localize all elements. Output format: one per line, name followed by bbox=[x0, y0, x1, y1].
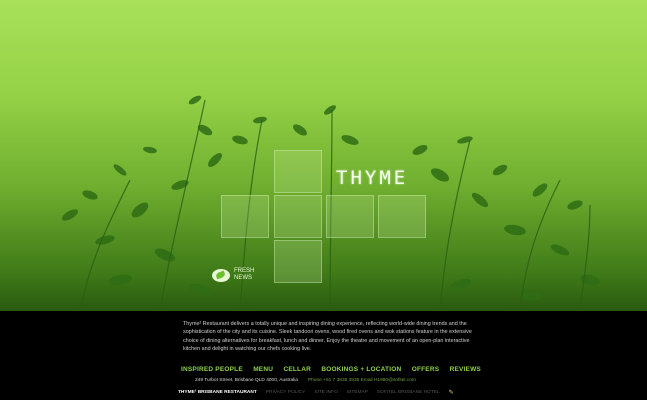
site-info-link[interactable]: SITE INFO bbox=[314, 390, 337, 395]
privacy-policy-link[interactable]: PRIVACY POLICY bbox=[266, 390, 306, 395]
nav-bookings-location[interactable]: BOOKINGS + LOCATION bbox=[321, 366, 401, 373]
contact-info[interactable]: Phone +61 7 3835 3535 Email H1980@sofite… bbox=[308, 378, 416, 383]
footer-brand: THYME² BRISBANE RESTAURANT bbox=[178, 390, 257, 395]
restaurant-description: Thyme² Restaurant delivers a totally uni… bbox=[183, 321, 472, 352]
sitemap-link[interactable]: SITEMAP bbox=[347, 390, 368, 395]
street-address: 249 Turbot Street, Brisbane QLD 4000, Au… bbox=[195, 378, 298, 383]
tile-left[interactable] bbox=[221, 195, 269, 238]
fresh-news-link[interactable]: FRESH NEWS bbox=[212, 268, 254, 282]
sofitel-hotel-link[interactable]: SOFITEL BRISBANE HOTEL bbox=[377, 390, 440, 395]
tile-center[interactable] bbox=[274, 195, 322, 238]
tile-far-right[interactable] bbox=[378, 195, 426, 238]
menu-tile-grid bbox=[0, 0, 647, 311]
nav-cellar[interactable]: CELLAR bbox=[283, 366, 311, 373]
main-nav: INSPIRED PEOPLE MENU CELLAR BOOKINGS + L… bbox=[181, 366, 481, 373]
tile-top[interactable] bbox=[274, 150, 322, 193]
fresh-news-line1: FRESH bbox=[234, 268, 255, 274]
fresh-news-label: FRESH NEWS bbox=[234, 268, 254, 282]
pin-icon[interactable]: ✎ bbox=[449, 389, 454, 396]
address-line: 249 Turbot Street, Brisbane QLD 4000, Au… bbox=[195, 378, 485, 383]
nav-offers[interactable]: OFFERS bbox=[412, 366, 440, 373]
leaf-icon bbox=[212, 268, 230, 282]
nav-menu[interactable]: MENU bbox=[253, 366, 273, 373]
footer-links: THYME² BRISBANE RESTAURANT PRIVACY POLIC… bbox=[178, 389, 478, 396]
nav-inspired-people[interactable]: INSPIRED PEOPLE bbox=[181, 366, 243, 373]
tile-right[interactable] bbox=[326, 195, 374, 238]
hero-banner: THYME FRESH NEWS bbox=[0, 0, 647, 311]
fresh-news-line2: NEWS bbox=[234, 275, 252, 281]
tile-bottom[interactable] bbox=[274, 240, 322, 283]
nav-reviews[interactable]: REVIEWS bbox=[450, 366, 481, 373]
site-logo[interactable]: THYME bbox=[336, 167, 408, 189]
